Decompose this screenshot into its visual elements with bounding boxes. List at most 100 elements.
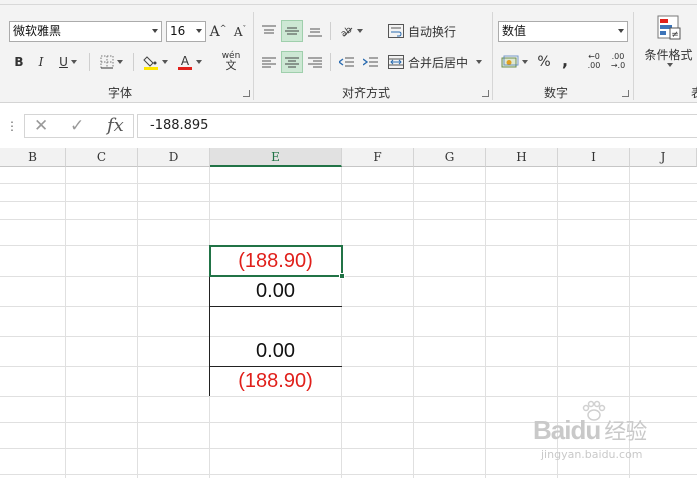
phonetic-bottom: 文 — [225, 59, 237, 72]
number-dialog-launcher-icon[interactable] — [622, 90, 629, 97]
align-right-icon — [308, 57, 322, 68]
divider — [330, 22, 331, 40]
align-right-button[interactable] — [304, 51, 326, 73]
increase-indent-button[interactable] — [359, 51, 381, 73]
gridline — [0, 219, 697, 220]
column-header-g[interactable]: G — [414, 148, 486, 167]
chevron-down-icon — [116, 60, 123, 64]
align-center-icon — [285, 57, 299, 68]
phonetic-button[interactable]: wén 文 — [214, 50, 248, 72]
ribbon: 微软雅黑 16 A ^ Aˇ B I U A wén 文 字体 ab 自动换行 … — [0, 0, 697, 103]
bottom-align-button[interactable] — [304, 20, 326, 42]
font-size-value: 16 — [170, 24, 186, 38]
chevron-down-icon — [356, 29, 363, 33]
number-format-value: 数值 — [502, 24, 527, 38]
accounting-icon — [501, 55, 518, 68]
column-header-i[interactable]: I — [558, 148, 630, 167]
number-format-combo[interactable]: 数值 — [498, 21, 628, 42]
gridline — [0, 396, 697, 397]
font-color-button[interactable]: A — [174, 51, 204, 73]
italic-button[interactable]: I — [32, 51, 50, 73]
svg-text:A: A — [180, 54, 189, 68]
decrease-indent-button[interactable] — [335, 51, 357, 73]
align-left-button[interactable] — [258, 51, 280, 73]
column-header-j[interactable]: J — [630, 148, 697, 167]
merge-center-label: 合并后居中 — [408, 55, 469, 70]
middle-align-button[interactable] — [281, 20, 303, 42]
insert-function-icon[interactable]: fx — [107, 115, 124, 136]
cell-e-4[interactable]: 0.00 — [210, 336, 341, 366]
accounting-format-button[interactable] — [498, 51, 530, 73]
align-center-button[interactable] — [281, 51, 303, 73]
align-bottom-icon — [308, 28, 322, 37]
chevron-down-icon — [161, 60, 168, 64]
chevron-down-icon — [152, 29, 158, 33]
gridline — [413, 167, 414, 478]
column-header-c[interactable]: C — [66, 148, 138, 167]
cell-bottom-border — [210, 306, 342, 307]
column-header-b[interactable]: B — [0, 148, 66, 167]
shrink-font-button[interactable]: Aˇ — [230, 21, 250, 43]
increase-decimal-button[interactable]: ←0 .00 — [583, 50, 605, 72]
cell-e-2[interactable]: 0.00 — [210, 276, 341, 306]
group-separator — [492, 12, 493, 100]
borders-button[interactable] — [96, 51, 126, 73]
comma-label: , — [561, 50, 569, 70]
gridline — [0, 201, 697, 202]
percent-label: % — [537, 54, 551, 70]
orientation-button[interactable]: ab — [335, 20, 365, 42]
font-dialog-launcher-icon[interactable] — [243, 90, 250, 97]
grow-font-button[interactable]: A ^ — [208, 21, 228, 43]
top-align-button[interactable] — [258, 20, 280, 42]
increase-indent-icon — [362, 57, 378, 67]
gridline — [137, 167, 138, 478]
alignment-dialog-launcher-icon[interactable] — [482, 90, 489, 97]
italic-label: I — [38, 55, 44, 69]
enter-icon[interactable]: ✓ — [70, 116, 84, 136]
group-separator — [633, 12, 634, 100]
gridline — [0, 336, 697, 337]
decrease-decimal-button[interactable]: .00 →.0 — [607, 50, 629, 72]
bold-button[interactable]: B — [10, 51, 28, 73]
cancel-icon[interactable]: ✕ — [34, 116, 48, 136]
column-header-e[interactable]: E — [210, 148, 342, 167]
column-header-d[interactable]: D — [138, 148, 210, 167]
formula-input[interactable]: -188.895 — [137, 114, 697, 138]
alignment-group-label: 对齐方式 — [341, 86, 390, 100]
conditional-format-button[interactable]: ≠ 条件格式 — [640, 14, 697, 84]
borders-icon — [100, 55, 113, 69]
gridline — [0, 245, 697, 246]
merge-cells-icon — [388, 55, 404, 69]
font-name-value: 微软雅黑 — [13, 24, 62, 38]
cell-e-5[interactable]: (188.90) — [210, 366, 341, 396]
comma-button[interactable]: , — [556, 49, 574, 71]
watermark-url: jingyan.baidu.com — [541, 448, 643, 461]
fill-color-button[interactable] — [140, 51, 170, 73]
shrink-font-label: A — [233, 25, 243, 39]
number-group-label: 数字 — [543, 86, 568, 100]
increase-decimal-top: ←0 — [588, 52, 600, 61]
grip-dots-icon: ⋮ — [6, 119, 18, 133]
fill-handle[interactable] — [339, 273, 345, 279]
wrap-text-button[interactable]: 自动换行 — [388, 20, 460, 42]
decrease-decimal-top: .00 — [611, 52, 625, 61]
column-header-f[interactable]: F — [342, 148, 414, 167]
increase-decimal-bottom: .00 — [587, 61, 601, 70]
divider — [89, 53, 90, 71]
gridline — [0, 306, 697, 307]
chevron-down-icon — [195, 60, 202, 64]
font-size-combo[interactable]: 16 — [166, 21, 206, 42]
percent-button[interactable]: % — [534, 51, 554, 73]
chevron-down-icon — [476, 60, 483, 64]
decrease-indent-icon — [338, 57, 354, 67]
font-name-combo[interactable]: 微软雅黑 — [9, 21, 162, 42]
merge-center-button[interactable]: 合并后居中 — [388, 51, 488, 73]
formula-buttons-box: ✕ ✓ fx — [24, 114, 134, 138]
text-orientation-icon: ab — [339, 25, 354, 38]
divider — [330, 53, 331, 71]
underline-button[interactable]: U — [54, 51, 82, 73]
wrap-text-icon — [388, 24, 404, 38]
column-header-h[interactable]: H — [486, 148, 558, 167]
align-top-icon — [262, 25, 276, 34]
divider — [133, 53, 134, 71]
